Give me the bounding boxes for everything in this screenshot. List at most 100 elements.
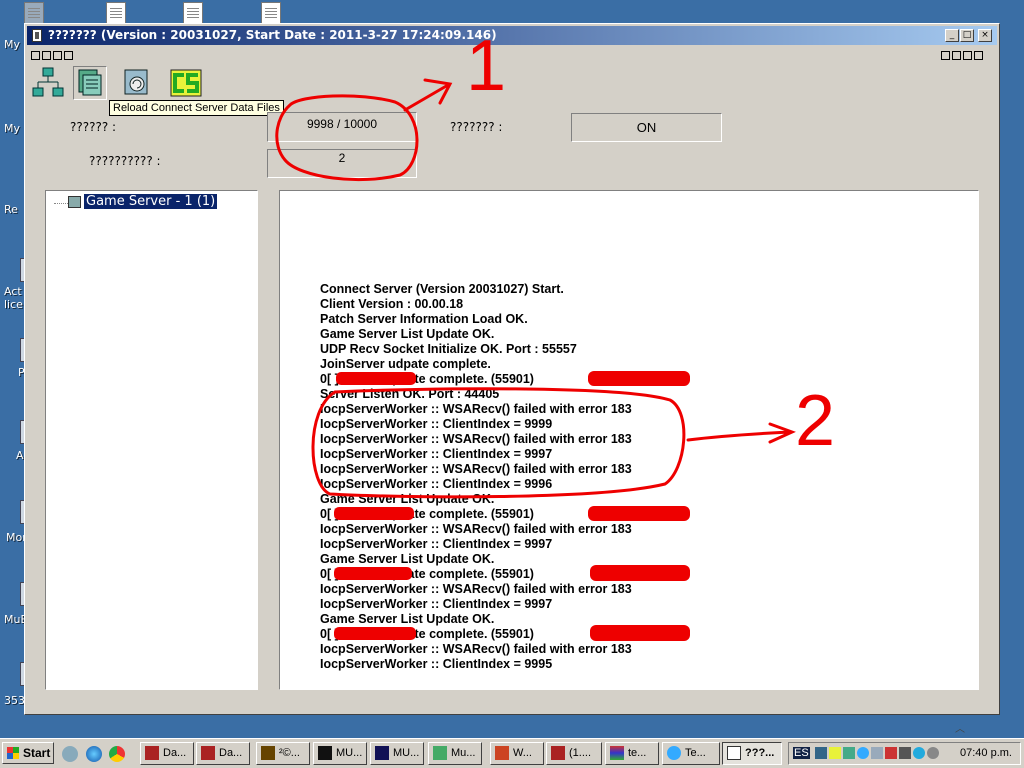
log-line: IocpServerWorker :: ClientIndex = 9997 <box>320 597 553 611</box>
desktop-icon-label[interactable]: My <box>4 122 20 135</box>
ie-icon[interactable] <box>86 746 102 762</box>
menu-item[interactable] <box>53 51 62 60</box>
mdi-button[interactable] <box>963 51 972 60</box>
log-line: Game Server List Update OK. <box>320 612 495 626</box>
taskbar-button[interactable]: MU... <box>370 742 424 765</box>
mdi-controls <box>941 48 985 66</box>
log-line: IocpServerWorker :: WSARecv() failed wit… <box>320 522 632 536</box>
taskbar-button[interactable]: te... <box>605 742 659 765</box>
clock[interactable]: 07:40 p.m. <box>960 747 1012 759</box>
queue-field: 2 <box>267 149 417 178</box>
tree-item-game-server[interactable]: Game Server - 1 (1) <box>84 194 218 209</box>
server-data-button[interactable] <box>73 66 107 100</box>
connect-server-window: ??????? (Version : 20031027, Start Date … <box>24 23 1000 715</box>
app-icon <box>551 746 565 760</box>
tray-app-icon[interactable] <box>843 747 855 759</box>
mdi-button[interactable] <box>974 51 983 60</box>
maximize-button[interactable]: □ <box>960 29 974 42</box>
log-lines: Connect Server (Version 20031027) Start.… <box>320 282 632 672</box>
taskbar-button-active[interactable]: ???... <box>722 742 782 765</box>
app-icon <box>495 746 509 760</box>
annotation-number-2: 2 <box>795 381 836 461</box>
tray-app-icon[interactable] <box>927 747 939 759</box>
taskbar-button[interactable]: Da... <box>140 742 194 765</box>
show-hidden-icons-button[interactable]: ︿ <box>950 724 970 736</box>
annotation-number-1: 1 <box>466 26 507 106</box>
tray-app-icon[interactable] <box>913 747 925 759</box>
log-line: JoinServer udpate complete. <box>320 357 491 371</box>
desktop-icon-label[interactable]: Re <box>4 203 18 216</box>
state-field: ON <box>571 113 722 142</box>
app-icon[interactable] <box>32 29 42 42</box>
network-icon <box>32 67 64 97</box>
mdi-button[interactable] <box>952 51 961 60</box>
app-icon <box>727 746 741 760</box>
volume-icon[interactable] <box>899 747 911 759</box>
cs-button[interactable] <box>169 66 203 100</box>
log-line: IocpServerWorker :: WSARecv() failed wit… <box>320 402 632 416</box>
log-line: IocpServerWorker :: ClientIndex = 9995 <box>320 657 553 671</box>
taskbar-button[interactable]: Da... <box>196 742 250 765</box>
menu-bar <box>31 48 991 62</box>
winrar-icon <box>610 746 624 760</box>
server-icon <box>68 196 81 208</box>
desktop-icon-label[interactable]: Act <box>4 285 22 298</box>
log-line: Game Server List Update OK. <box>320 492 495 506</box>
menu-item[interactable] <box>31 51 40 60</box>
start-button[interactable]: Start <box>2 742 54 764</box>
tray-app-icon[interactable] <box>857 747 869 759</box>
window-title: ??????? (Version : 20031027, Start Date … <box>48 28 497 42</box>
taskbar-button[interactable]: W... <box>490 742 544 765</box>
tray-app-icon[interactable] <box>871 747 883 759</box>
log-line: Game Server List Update OK. <box>320 552 495 566</box>
log-line: IocpServerWorker :: ClientIndex = 9996 <box>320 477 553 491</box>
cs-tray-icon[interactable] <box>829 747 841 759</box>
teamviewer-icon <box>667 746 681 760</box>
users-label: ?????? : <box>70 120 117 134</box>
taskbar-button[interactable]: Mu... <box>428 742 482 765</box>
tree-connector <box>54 203 68 204</box>
log-line: IocpServerWorker :: WSARecv() failed wit… <box>320 582 632 596</box>
chrome-icon[interactable] <box>109 746 125 762</box>
log-line: Server Listen OK. Port : 44405 <box>320 387 500 401</box>
minimize-button[interactable]: _ <box>945 29 959 42</box>
cs-icon <box>170 69 202 97</box>
network-button[interactable] <box>31 66 65 100</box>
close-button[interactable]: × <box>978 29 992 42</box>
app-icon <box>433 746 447 760</box>
windows-logo-icon <box>7 747 19 759</box>
log-line: IocpServerWorker :: ClientIndex = 9999 <box>320 417 553 431</box>
taskbar-button[interactable]: ²©... <box>256 742 310 765</box>
desktop-icon-label[interactable]: My <box>4 38 20 51</box>
taskbar-button[interactable]: Te... <box>662 742 720 765</box>
log-line: Connect Server (Version 20031027) Start. <box>320 282 564 296</box>
app-icon <box>261 746 275 760</box>
log-line: IocpServerWorker :: ClientIndex = 9997 <box>320 537 553 551</box>
tray-app-icon[interactable] <box>885 747 897 759</box>
log-line: Game Server List Update OK. <box>320 327 495 341</box>
log-line: 0[ ] Server update complete. (55901) <box>320 372 534 386</box>
title-bar[interactable]: ??????? (Version : 20031027, Start Date … <box>27 26 997 45</box>
menu-item[interactable] <box>42 51 51 60</box>
desktop-icon-label[interactable]: lice <box>4 298 23 311</box>
log-line: UDP Recv Socket Initialize OK. Port : 55… <box>320 342 577 356</box>
server-tree[interactable]: Game Server - 1 (1) <box>45 190 258 690</box>
log-line: 0[ ] Server update complete. (55901) <box>320 507 534 521</box>
log-line: IocpServerWorker :: WSARecv() failed wit… <box>320 642 632 656</box>
network-tray-icon[interactable] <box>815 747 827 759</box>
mdi-button[interactable] <box>941 51 950 60</box>
system-tray: ES 07:40 p.m. <box>788 742 1021 765</box>
start-label: Start <box>23 746 51 760</box>
log-line: 0[ ] Server update complete. (55901) <box>320 627 534 641</box>
log-line: 0[ ] Server update complete. (55901) <box>320 567 534 581</box>
log-line: Patch Server Information Load OK. <box>320 312 528 326</box>
log-view[interactable]: Connect Server (Version 20031027) Start.… <box>279 190 979 690</box>
language-indicator[interactable]: ES <box>793 747 810 759</box>
taskbar-button[interactable]: MU... <box>313 742 367 765</box>
menu-item[interactable] <box>64 51 73 60</box>
taskbar-button[interactable]: (1.... <box>546 742 602 765</box>
users-field: 9998 / 10000 <box>267 112 417 142</box>
show-desktop-icon[interactable] <box>62 746 78 762</box>
reload-button[interactable] <box>121 66 155 100</box>
log-line: IocpServerWorker :: ClientIndex = 9997 <box>320 447 553 461</box>
